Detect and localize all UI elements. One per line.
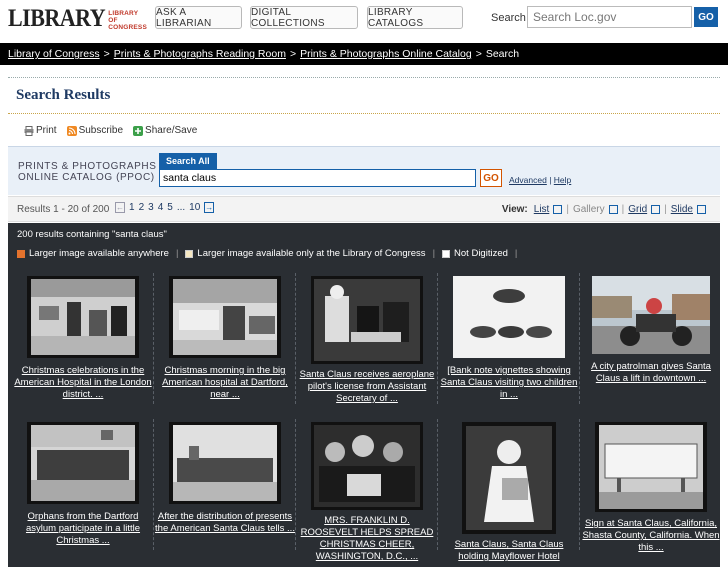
page-1[interactable]: 1 [129,202,135,213]
pagination: ← 1 2 3 4 5 ... 10 → [115,202,215,213]
page-3[interactable]: 3 [148,202,154,213]
prev-page-icon: ← [115,202,125,213]
slide-view-icon [697,205,706,214]
breadcrumb-current: Search [485,48,520,60]
view-switcher: View: List | Gallery | Grid | Slide [502,204,706,215]
catalog-search-panel: PRINTS & PHOTOGRAPHS ONLINE CATALOG (PPO… [8,146,720,195]
next-page-icon[interactable]: → [204,202,215,213]
view-label: View: [501,204,528,215]
not-digitized-icon [442,249,451,258]
page-10[interactable]: 10 [189,202,200,213]
results-toolbar: Results 1 - 20 of 200 ← 1 2 3 4 5 ... 10… [8,196,720,222]
site-search-go-button[interactable]: GO [694,7,718,27]
breadcrumb: Library of Congress > Prints & Photograp… [0,43,728,65]
catalog-name: PRINTS & PHOTOGRAPHS ONLINE CATALOG (PPO… [18,161,157,183]
view-grid-link[interactable]: Grid [628,204,647,215]
result-caption-link[interactable]: MRS. FRANKLIN D. ROOSEVELT HELPS SPREAD … [296,515,438,563]
result-thumbnail[interactable] [311,422,423,510]
page-2[interactable]: 2 [139,202,145,213]
result-thumbnail[interactable] [462,422,556,534]
digital-collections-button[interactable]: DIGITAL COLLECTIONS [250,6,358,29]
page-5[interactable]: 5 [167,202,173,213]
grid-view-icon [651,205,661,214]
print-link[interactable]: Print [24,125,57,136]
logo-wordmark: LIBRARY [8,2,106,32]
result-caption-link[interactable]: Santa Claus receives aeroplane pilot's l… [296,369,438,405]
results-grid: Christmas celebrations in the American H… [12,271,722,571]
result-thumbnail[interactable] [311,276,423,364]
result-thumbnail[interactable] [592,276,710,354]
pagination-ellipsis: ... [176,202,186,213]
results-count: Results 1 - 20 of 200 [17,204,110,215]
result-item: A city patrolman gives Santa Claus a lif… [580,271,722,414]
results-gallery: 200 results containing "santa claus" Lar… [8,223,720,567]
logo-subtitle: LIBRARY OF CONGRESS [108,10,147,31]
result-caption-link[interactable]: Santa Claus, Santa Claus holding Mayflow… [438,539,580,563]
search-label: Search [491,12,526,24]
result-item: Sign at Santa Claus, California, Shasta … [580,417,722,560]
result-thumbnail[interactable] [453,276,565,358]
result-item: Christmas celebrations in the American H… [12,271,154,414]
result-caption-link[interactable]: Orphans from the Dartford asylum partici… [12,511,154,547]
gallery-view-icon [608,205,618,214]
result-thumbnail[interactable] [27,422,139,504]
breadcrumb-online-catalog-link[interactable]: Prints & Photographs Online Catalog [300,48,472,60]
library-catalogs-button[interactable]: LIBRARY CATALOGS [367,6,463,29]
catalog-go-button[interactable]: GO [480,169,502,187]
result-caption-link[interactable]: After the distribution of presents the A… [154,511,296,535]
share-link[interactable]: Share/Save [133,125,197,136]
larger-image-icon [17,249,25,258]
rss-icon [66,125,77,136]
page-title: Search Results [16,87,111,103]
result-item: After the distribution of presents the A… [154,417,296,560]
site-header: LIBRARY LIBRARY OF CONGRESS ASK A LIBRAR… [0,0,728,40]
results-summary: 200 results containing "santa claus" [17,229,167,240]
result-caption-link[interactable]: [Bank note vignettes showing Santa Claus… [438,365,580,401]
result-thumbnail[interactable] [169,422,281,504]
ask-librarian-button[interactable]: ASK A LIBRARIAN [155,6,242,29]
print-icon [24,125,34,136]
loc-only-icon [185,249,194,258]
view-list-link[interactable]: List [534,204,550,215]
result-thumbnail[interactable] [595,422,707,512]
result-caption-link[interactable]: Christmas celebrations in the American H… [12,365,154,401]
result-thumbnail[interactable] [169,276,281,358]
result-item: Santa Claus, Santa Claus holding Mayflow… [438,417,580,563]
loc-logo[interactable]: LIBRARY LIBRARY OF CONGRESS [8,2,148,34]
availability-legend: Larger image available anywhere | Larger… [17,248,520,259]
result-item: Orphans from the Dartford asylum partici… [12,417,154,560]
page-tools: Print Subscribe Share/Save [24,125,197,136]
catalog-search-input[interactable] [159,169,476,187]
page-4[interactable]: 4 [158,202,164,213]
breadcrumb-reading-room-link[interactable]: Prints & Photographs Reading Room [114,48,286,60]
result-item: Christmas morning in the big American ho… [154,271,296,414]
divider [8,113,720,114]
breadcrumb-loc-link[interactable]: Library of Congress [8,48,100,60]
subscribe-link[interactable]: Subscribe [66,125,123,136]
site-search-input[interactable] [527,6,692,28]
divider [8,77,720,78]
result-item: [Bank note vignettes showing Santa Claus… [438,271,580,414]
search-all-tab[interactable]: Search All [159,153,217,173]
view-gallery-current: Gallery [572,204,605,215]
list-view-icon [553,205,563,214]
result-item: MRS. FRANKLIN D. ROOSEVELT HELPS SPREAD … [296,417,438,563]
result-caption-link[interactable]: Christmas morning in the big American ho… [154,365,296,401]
help-link[interactable]: Help [554,175,571,185]
result-caption-link[interactable]: A city patrolman gives Santa Claus a lif… [580,361,722,385]
result-caption-link[interactable]: Sign at Santa Claus, California, Shasta … [580,518,722,554]
result-thumbnail[interactable] [27,276,139,358]
advanced-search-link[interactable]: Advanced [509,175,547,185]
result-item: Santa Claus receives aeroplane pilot's l… [296,271,438,414]
view-slide-link[interactable]: Slide [671,204,693,215]
search-options: Advanced | Help [509,175,572,185]
share-icon [133,125,144,136]
